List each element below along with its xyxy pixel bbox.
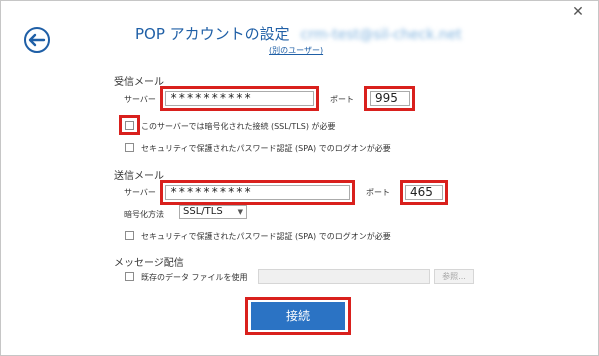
encryption-method-dropdown[interactable]: SSL/TLS ▼	[179, 205, 247, 219]
ssl-required-label: このサーバーでは暗号化された接続 (SSL/TLS) が必要	[141, 122, 336, 131]
other-user-link[interactable]: (別のユーザー)	[269, 45, 323, 56]
delivery-section-label: メッセージ配信	[114, 258, 184, 269]
account-email: crm-test@sil-check.net	[300, 27, 462, 43]
outgoing-section-label: 送信メール	[114, 171, 164, 182]
incoming-section-label: 受信メール	[114, 77, 164, 88]
chevron-down-icon: ▼	[237, 208, 243, 216]
encryption-method-value: SSL/TLS	[183, 206, 223, 217]
existing-data-file-checkbox[interactable]	[125, 272, 134, 281]
browse-button[interactable]: 参照...	[434, 269, 474, 284]
incoming-port-label: ポート	[330, 95, 354, 104]
incoming-server-label: サーバー	[124, 95, 156, 104]
existing-data-file-label: 既存のデータ ファイルを使用	[141, 273, 248, 282]
outgoing-port-label: ポート	[366, 188, 390, 197]
title-text: POP アカウントの設定	[135, 25, 290, 43]
data-file-path-input[interactable]	[258, 269, 430, 284]
incoming-spa-label: セキュリティで保護されたパスワード認証 (SPA) でのログオンが必要	[141, 144, 391, 153]
outgoing-spa-label: セキュリティで保護されたパスワード認証 (SPA) でのログオンが必要	[141, 232, 391, 241]
outgoing-server-label: サーバー	[124, 188, 156, 197]
outgoing-server-highlight	[160, 180, 355, 205]
incoming-server-highlight	[160, 86, 319, 111]
outgoing-spa-checkbox[interactable]	[125, 231, 134, 240]
incoming-spa-checkbox[interactable]	[125, 143, 134, 152]
outgoing-port-highlight	[400, 180, 448, 205]
close-icon[interactable]: ✕	[570, 4, 586, 20]
back-arrow-icon[interactable]	[23, 26, 51, 54]
incoming-port-highlight	[364, 86, 415, 111]
dialog-title: POP アカウントの設定 crm-test@sil-check.net	[135, 23, 462, 44]
connect-button-highlight	[245, 297, 351, 335]
encryption-method-label: 暗号化方法	[124, 210, 164, 219]
ssl-checkbox-highlight	[119, 115, 140, 135]
